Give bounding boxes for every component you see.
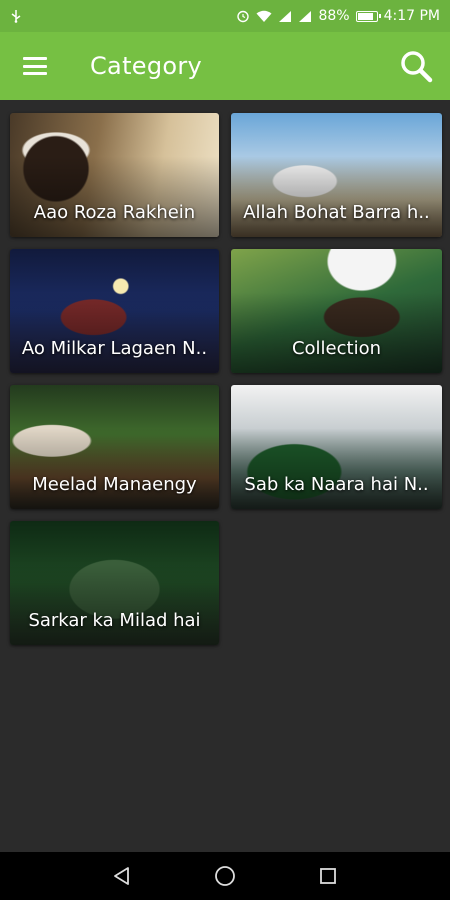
category-label: Sarkar ka Milad hai <box>28 610 201 631</box>
menu-button[interactable] <box>0 32 70 100</box>
page-title: Category <box>90 52 203 80</box>
back-icon <box>113 867 129 885</box>
category-label: Aao Roza Rakhein <box>33 202 196 223</box>
hamburger-icon <box>23 57 47 75</box>
battery-icon <box>355 10 381 22</box>
category-label: Sab ka Naara hai N.. <box>244 474 429 495</box>
alarm-icon <box>236 9 250 23</box>
recents-icon <box>320 868 337 884</box>
category-card[interactable]: Sarkar ka Milad hai <box>10 521 219 645</box>
clock: 4:17 PM <box>383 8 440 24</box>
search-button[interactable] <box>382 32 450 100</box>
category-card[interactable]: Allah Bohat Barra h.. <box>231 113 442 237</box>
category-card[interactable]: Ao Milkar Lagaen N.. <box>10 249 219 373</box>
category-label: Ao Milkar Lagaen N.. <box>21 338 208 359</box>
category-grid: Aao Roza Rakhein Allah Bohat Barra h.. A… <box>10 113 442 645</box>
search-icon <box>401 51 433 83</box>
navigation-bar <box>0 852 450 900</box>
category-card[interactable]: Aao Roza Rakhein <box>10 113 219 237</box>
category-label: Allah Bohat Barra h.. <box>243 202 430 223</box>
signal-icon <box>298 10 312 23</box>
category-card[interactable]: Meelad Manaengy <box>10 385 219 509</box>
category-card[interactable]: Sab ka Naara hai N.. <box>231 385 442 509</box>
category-label: Collection <box>291 338 382 359</box>
home-button[interactable] <box>205 856 245 896</box>
wifi-icon <box>256 10 272 23</box>
usb-icon <box>10 9 22 23</box>
home-icon <box>215 866 235 886</box>
recents-button[interactable] <box>308 856 348 896</box>
signal-icon <box>278 10 292 23</box>
back-button[interactable] <box>102 856 142 896</box>
category-card[interactable]: Collection <box>231 249 442 373</box>
status-bar: 88% 4:17 PM <box>0 0 450 32</box>
category-label: Meelad Manaengy <box>32 474 197 495</box>
battery-percent: 88% <box>318 8 350 24</box>
app-bar: Category <box>0 32 450 100</box>
